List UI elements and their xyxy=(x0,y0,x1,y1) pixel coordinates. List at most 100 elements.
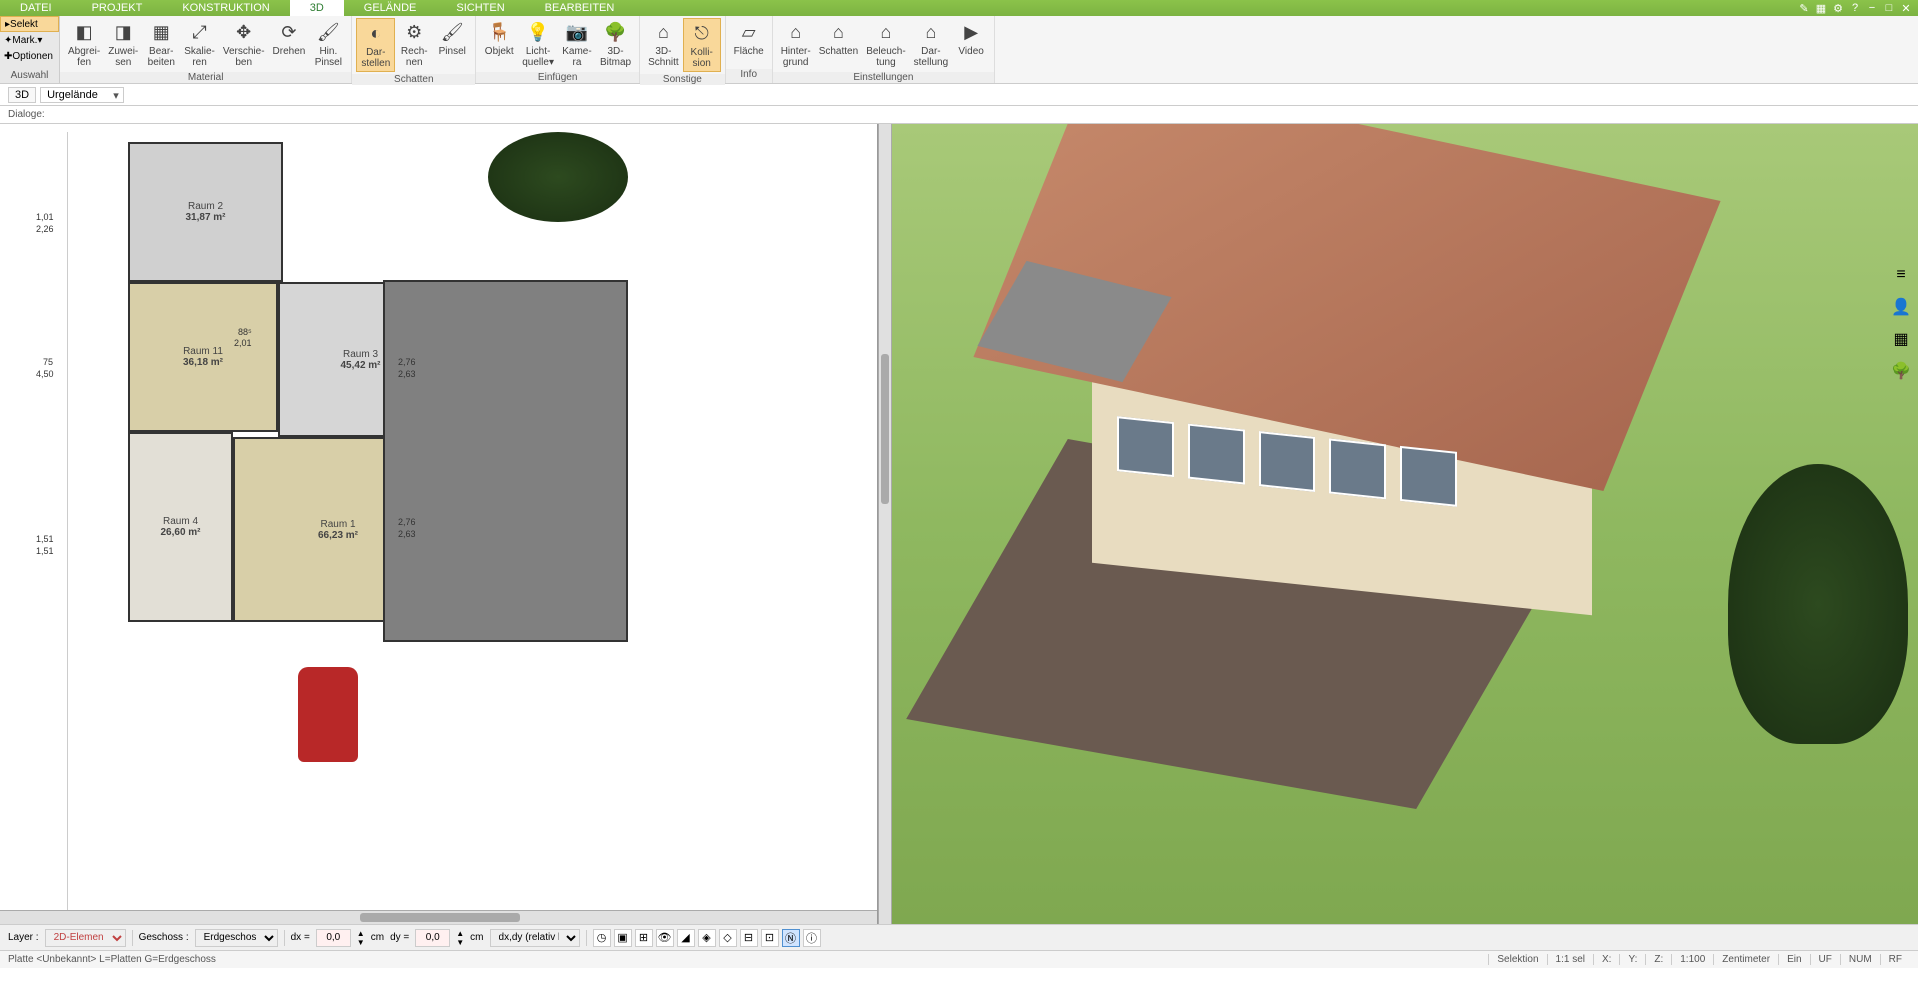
help-icon[interactable]: ? xyxy=(1848,1,1862,15)
ribbon-btn-drehen[interactable]: ⟳Drehen xyxy=(269,18,310,70)
bottom-icon-btn-2[interactable]: ⊞ xyxy=(635,929,653,947)
status-ratio: 1:100 xyxy=(1671,954,1713,965)
bottom-icon-btn-9[interactable]: Ⓝ xyxy=(782,929,800,947)
status-unit: Zentimeter xyxy=(1713,954,1778,965)
floorplan-hscroll[interactable] xyxy=(0,910,877,924)
right-toolbar: ≡ 👤 ▦ 🌳 xyxy=(1890,264,1914,382)
menu-tab-3d[interactable]: 3D xyxy=(290,0,344,16)
geschoss-select[interactable]: Erdgeschos xyxy=(195,929,278,947)
ribbon-icon: 🪑 xyxy=(487,20,511,44)
ribbon-btn-beleuchtung[interactable]: ⌂Beleuch-tung xyxy=(862,18,909,70)
room-raum-4[interactable]: Raum 426,60 m² xyxy=(128,432,233,622)
ribbon-btn-hinpinsel[interactable]: 🖌Hin.Pinsel xyxy=(309,18,347,70)
bottom-icon-btn-4[interactable]: ◢ xyxy=(677,929,695,947)
bottom-icon-btn-1[interactable]: ▣ xyxy=(614,929,632,947)
tool-icon[interactable]: ▦ xyxy=(1814,1,1828,15)
ribbon-btn-dbitmap[interactable]: 🌳3D-Bitmap xyxy=(596,18,635,70)
ribbon-icon: ⟳ xyxy=(277,20,301,44)
dxdy-mode-select[interactable]: dx,dy (relativ ka xyxy=(490,929,580,947)
mark-button[interactable]: ✦Mark.▾ xyxy=(0,32,59,48)
vscroll-thumb[interactable] xyxy=(881,354,889,504)
dimension-label: 1,01 xyxy=(36,212,54,222)
ribbon-btn-hintergrund[interactable]: ⌂Hinter-grund xyxy=(777,18,815,70)
bottom-icon-btn-3[interactable]: 👁 xyxy=(656,929,674,947)
room-raum-2[interactable]: Raum 231,87 m² xyxy=(128,142,283,282)
layer-label: Layer : xyxy=(8,932,39,943)
dimension-label: 2,76 xyxy=(398,517,416,527)
dimension-label: 4,50 xyxy=(36,369,54,379)
ribbon-btn-kollision[interactable]: ⎋Kolli-sion xyxy=(683,18,721,72)
ribbon-btn-lichtquelle[interactable]: 💡Licht-quelle▾ xyxy=(518,18,558,70)
floorplan-vscroll[interactable] xyxy=(878,124,892,924)
room-raum-11[interactable]: Raum 1136,18 m² xyxy=(128,282,278,432)
menu-tab-bearbeiten[interactable]: BEARBEITEN xyxy=(525,0,635,16)
dx-unit: cm xyxy=(371,932,384,943)
dx-input[interactable] xyxy=(316,929,351,947)
ribbon-group-label: Material xyxy=(60,72,351,83)
maximize-icon[interactable]: □ xyxy=(1882,1,1896,15)
floorplan-viewport[interactable]: Raum 231,87 m²Raum 1136,18 m²Raum 345,42… xyxy=(0,124,878,924)
ribbon-btn-bearbeiten[interactable]: ▦Bear-beiten xyxy=(142,18,180,70)
menu-tab-konstruktion[interactable]: KONSTRUKTION xyxy=(162,0,289,16)
hscroll-thumb[interactable] xyxy=(360,913,520,922)
main-content: Raum 231,87 m²Raum 1136,18 m²Raum 345,42… xyxy=(0,124,1918,924)
selekt-button[interactable]: ▸Selekt xyxy=(0,16,59,32)
status-uf: UF xyxy=(1810,954,1840,965)
ribbon-btn-flche[interactable]: ▱Fläche xyxy=(730,18,768,67)
layer-dropdown[interactable]: Urgelände xyxy=(40,87,124,103)
menu-tab-datei[interactable]: DATEI xyxy=(0,0,72,16)
ribbon-group-material: ◧Abgrei-fen◨Zuwei-sen▦Bear-beiten⤢Skalie… xyxy=(60,16,352,83)
dimension-label: 88⁵ xyxy=(238,327,252,337)
view-mode-label[interactable]: 3D xyxy=(8,87,36,103)
layer-select[interactable]: 2D-Elemen xyxy=(45,929,126,947)
ribbon-btn-objekt[interactable]: 🪑Objekt xyxy=(480,18,518,70)
floorplan-canvas[interactable]: Raum 231,87 m²Raum 1136,18 m²Raum 345,42… xyxy=(8,132,869,916)
minimize-icon[interactable]: − xyxy=(1865,1,1879,15)
dialog-label: Dialoge: xyxy=(8,109,45,120)
ribbon-btn-pinsel[interactable]: 🖌Pinsel xyxy=(433,18,471,72)
status-z: Z: xyxy=(1645,954,1671,965)
bottom-icon-btn-8[interactable]: ⊡ xyxy=(761,929,779,947)
dx-spinner[interactable]: ▲▼ xyxy=(357,929,365,947)
ribbon-group-label: Info xyxy=(726,69,772,83)
menu-tab-gelaende[interactable]: GELÄNDE xyxy=(344,0,437,16)
ribbon-icon: ✥ xyxy=(232,20,256,44)
ribbon-icon: ⌂ xyxy=(784,20,808,44)
status-x: X: xyxy=(1593,954,1619,965)
bottom-icon-btn-0[interactable]: ◷ xyxy=(593,929,611,947)
ribbon-btn-kamera[interactable]: 📷Kame-ra xyxy=(558,18,596,70)
ribbon-btn-schatten[interactable]: ⌂Schatten xyxy=(815,18,862,70)
ribbon-btn-verschieben[interactable]: ✥Verschie-ben xyxy=(219,18,269,70)
bottom-icon-btn-6[interactable]: ◇ xyxy=(719,929,737,947)
edit-icon[interactable]: ✎ xyxy=(1797,1,1811,15)
bottom-icon-btn-7[interactable]: ⊟ xyxy=(740,929,758,947)
tree-tool-icon[interactable]: 🌳 xyxy=(1890,360,1912,382)
menu-tab-projekt[interactable]: PROJEKT xyxy=(72,0,163,16)
car-icon xyxy=(298,667,358,762)
bottom-icon-btn-10[interactable]: ⓘ xyxy=(803,929,821,947)
ribbon-btn-dschnitt[interactable]: ⌂3D-Schnitt xyxy=(644,18,683,72)
layers-tool-icon[interactable]: ≡ xyxy=(1890,264,1912,286)
ribbon-btn-skalieren[interactable]: ⤢Skalie-ren xyxy=(180,18,219,70)
optionen-button[interactable]: ✚Optionen xyxy=(0,48,59,64)
ribbon-icon: ⎋ xyxy=(690,21,714,45)
dy-input[interactable] xyxy=(415,929,450,947)
palette-tool-icon[interactable]: ▦ xyxy=(1890,328,1912,350)
ribbon-btn-abgreifen[interactable]: ◧Abgrei-fen xyxy=(64,18,104,70)
person-tool-icon[interactable]: 👤 xyxy=(1890,296,1912,318)
status-rf: RF xyxy=(1880,954,1910,965)
ribbon-icon: 📷 xyxy=(565,20,589,44)
dimension-label: 2,76 xyxy=(398,357,416,367)
bottom-icon-btn-5[interactable]: ◈ xyxy=(698,929,716,947)
ribbon-btn-zuweisen[interactable]: ◨Zuwei-sen xyxy=(104,18,142,70)
ribbon-btn-darstellung[interactable]: ⌂Dar-stellung xyxy=(910,18,952,70)
settings-icon[interactable]: ⚙ xyxy=(1831,1,1845,15)
ribbon-btn-rechnen[interactable]: ⚙Rech-nen xyxy=(395,18,433,72)
menu-tab-sichten[interactable]: SICHTEN xyxy=(436,0,524,16)
context-bar: 3D Urgelände xyxy=(0,84,1918,106)
ribbon-btn-video[interactable]: ▶Video xyxy=(952,18,990,70)
ribbon-btn-darstellen[interactable]: ◐Dar-stellen xyxy=(356,18,395,72)
close-icon[interactable]: ✕ xyxy=(1899,1,1913,15)
dy-spinner[interactable]: ▲▼ xyxy=(456,929,464,947)
3d-viewport[interactable] xyxy=(892,124,1918,924)
